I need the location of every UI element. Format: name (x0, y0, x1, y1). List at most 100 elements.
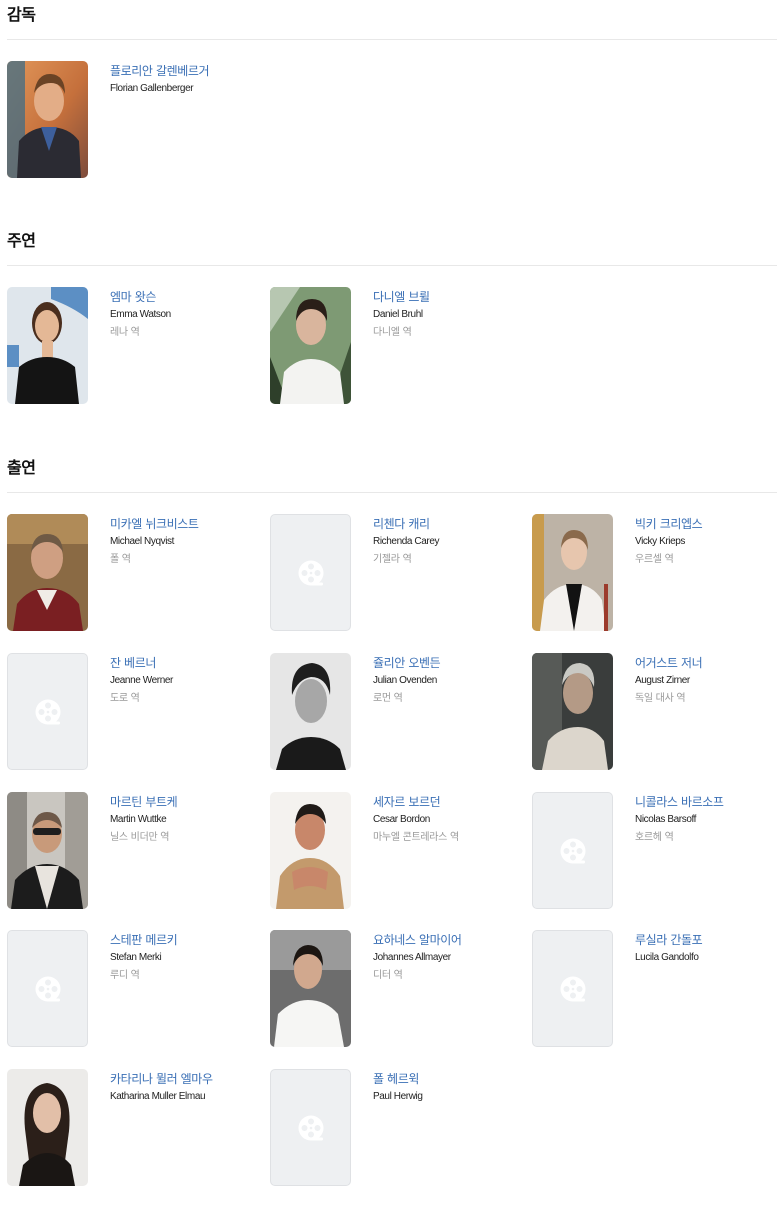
person-info: 리첸다 캐리 Richenda Carey 기젤라 역 (373, 516, 523, 568)
person-card-florian-gallenberger[interactable]: 플로리안 갈렌베르거 Florian Gallenberger (7, 61, 257, 179)
person-info: 잔 베르너 Jeanne Werner 도로 역 (110, 655, 260, 707)
person-card-johannes-allmayer[interactable]: 요하네스 알마이어 Johannes Allmayer 디터 역 (270, 930, 520, 1048)
section-title-lead: 주연 (7, 231, 36, 250)
person-role: 마누엘 콘트레라스 역 (373, 832, 459, 843)
person-info: 엠마 왓슨 Emma Watson 레나 역 (110, 289, 260, 341)
person-name-ko[interactable]: 세자르 보르던 (373, 794, 523, 811)
person-name-en: Johannes Allmayer (373, 952, 451, 963)
person-name-en: Martin Wuttke (110, 814, 167, 825)
person-role: 도로 역 (110, 693, 140, 704)
person-role: 기젤라 역 (373, 554, 412, 565)
person-name-ko[interactable]: 빅키 크리엡스 (635, 516, 784, 533)
person-card-katharina-muller-elmau[interactable]: 카타리나 뮐러 엘마우 Katharina Muller Elmau (7, 1069, 257, 1187)
person-info: 어거스트 저너 August Zirner 독일 대사 역 (635, 655, 784, 707)
person-info: 루실라 간돌포 Lucila Gandolfo (635, 932, 784, 965)
person-card-richenda-carey[interactable]: 리첸다 캐리 Richenda Carey 기젤라 역 (270, 514, 520, 632)
film-reel-icon (33, 697, 63, 727)
profile-photo-placeholder[interactable] (270, 1069, 351, 1186)
cast-section: 출연 미카엘 뉘크비스트 Michael Nyqvist 폴 역 리첸다 캐리 … (7, 455, 777, 1186)
person-card-daniel-bruhl[interactable]: 다니엘 브륄 Daniel Bruhl 다니엘 역 (270, 287, 520, 405)
person-name-ko[interactable]: 잔 베르너 (110, 655, 260, 672)
profile-photo-vicky-krieps[interactable] (532, 514, 613, 631)
person-info: 스테판 메르키 Stefan Merki 루디 역 (110, 932, 260, 984)
person-card-august-zirner[interactable]: 어거스트 저너 August Zirner 독일 대사 역 (532, 653, 782, 771)
person-name-ko[interactable]: 쥴리안 오벤든 (373, 655, 523, 672)
person-name-en: Paul Herwig (373, 1091, 423, 1102)
person-name-ko[interactable]: 어거스트 저너 (635, 655, 784, 672)
person-name-en: Katharina Muller Elmau (110, 1091, 206, 1102)
person-card-jeanne-werner[interactable]: 잔 베르너 Jeanne Werner 도로 역 (7, 653, 257, 771)
person-name-en: Nicolas Barsoff (635, 814, 697, 825)
person-card-cesar-bordon[interactable]: 세자르 보르던 Cesar Bordon 마누엘 콘트레라스 역 (270, 792, 520, 910)
section-title-cast: 출연 (7, 458, 36, 477)
person-role: 로먼 역 (373, 693, 403, 704)
person-role: 루디 역 (110, 970, 140, 981)
person-name-ko[interactable]: 카타리나 뮐러 엘마우 (110, 1071, 260, 1088)
film-reel-icon (558, 974, 588, 1004)
person-name-ko[interactable]: 폴 헤르윅 (373, 1071, 523, 1088)
person-name-ko[interactable]: 요하네스 알마이어 (373, 932, 523, 949)
profile-photo-johannes-allmayer[interactable] (270, 930, 351, 1047)
person-name-ko[interactable]: 미카엘 뉘크비스트 (110, 516, 260, 533)
person-name-ko[interactable]: 다니엘 브륄 (373, 289, 523, 306)
lead-section: 주연 엠마 왓슨 Emma Watson 레나 역 다니엘 브륄 Daniel … (7, 228, 777, 404)
person-name-ko[interactable]: 스테판 메르키 (110, 932, 260, 949)
person-card-paul-herwig[interactable]: 폴 헤르윅 Paul Herwig (270, 1069, 520, 1187)
profile-photo-florian-gallenberger[interactable] (7, 61, 88, 178)
person-name-ko[interactable]: 니콜라스 바르소프 (635, 794, 784, 811)
person-name-en: Jeanne Werner (110, 675, 173, 686)
profile-photo-emma-watson[interactable] (7, 287, 88, 404)
person-card-martin-wuttke[interactable]: 마르틴 부트케 Martin Wuttke 닐스 비더만 역 (7, 792, 257, 910)
person-name-ko[interactable]: 플로리안 갈렌베르거 (110, 63, 260, 80)
person-name-en: Stefan Merki (110, 952, 162, 963)
profile-photo-daniel-bruhl[interactable] (270, 287, 351, 404)
person-name-ko[interactable]: 루실라 간돌포 (635, 932, 784, 949)
profile-photo-placeholder[interactable] (7, 930, 88, 1047)
person-role: 닐스 비더만 역 (110, 832, 170, 843)
profile-photo-august-zirner[interactable] (532, 653, 613, 770)
person-card-stefan-merki[interactable]: 스테판 메르키 Stefan Merki 루디 역 (7, 930, 257, 1048)
person-role: 호르헤 역 (635, 832, 674, 843)
person-name-en: Julian Ovenden (373, 675, 437, 686)
person-name-en: Lucila Gandolfo (635, 952, 699, 963)
person-info: 요하네스 알마이어 Johannes Allmayer 디터 역 (373, 932, 523, 984)
person-role: 독일 대사 역 (635, 693, 686, 704)
person-card-vicky-krieps[interactable]: 빅키 크리엡스 Vicky Krieps 우르셀 역 (532, 514, 782, 632)
person-card-emma-watson[interactable]: 엠마 왓슨 Emma Watson 레나 역 (7, 287, 257, 405)
film-reel-icon (558, 836, 588, 866)
person-role: 레나 역 (110, 327, 140, 338)
person-card-nicolas-barsoff[interactable]: 니콜라스 바르소프 Nicolas Barsoff 호르헤 역 (532, 792, 782, 910)
section-divider (7, 265, 777, 266)
person-name-en: Emma Watson (110, 309, 171, 320)
person-card-michael-nyqvist[interactable]: 미카엘 뉘크비스트 Michael Nyqvist 폴 역 (7, 514, 257, 632)
person-info: 쥴리안 오벤든 Julian Ovenden 로먼 역 (373, 655, 523, 707)
profile-photo-placeholder[interactable] (7, 653, 88, 770)
person-name-ko[interactable]: 마르틴 부트케 (110, 794, 260, 811)
person-name-en: Richenda Carey (373, 536, 440, 547)
person-name-ko[interactable]: 엠마 왓슨 (110, 289, 260, 306)
profile-photo-julian-ovenden[interactable] (270, 653, 351, 770)
person-name-en: Florian Gallenberger (110, 83, 194, 94)
person-info: 미카엘 뉘크비스트 Michael Nyqvist 폴 역 (110, 516, 260, 568)
person-info: 빅키 크리엡스 Vicky Krieps 우르셀 역 (635, 516, 784, 568)
profile-photo-katharina-muller-elmau[interactable] (7, 1069, 88, 1186)
profile-photo-martin-wuttke[interactable] (7, 792, 88, 909)
profile-photo-placeholder[interactable] (532, 792, 613, 909)
person-card-julian-ovenden[interactable]: 쥴리안 오벤든 Julian Ovenden 로먼 역 (270, 653, 520, 771)
person-name-en: Michael Nyqvist (110, 536, 175, 547)
film-reel-icon (296, 558, 326, 588)
person-name-en: Vicky Krieps (635, 536, 686, 547)
person-name-en: Cesar Bordon (373, 814, 430, 825)
profile-photo-cesar-bordon[interactable] (270, 792, 351, 909)
person-card-lucila-gandolfo[interactable]: 루실라 간돌포 Lucila Gandolfo (532, 930, 782, 1048)
person-name-en: Daniel Bruhl (373, 309, 423, 320)
person-name-ko[interactable]: 리첸다 캐리 (373, 516, 523, 533)
profile-photo-placeholder[interactable] (532, 930, 613, 1047)
person-info: 다니엘 브륄 Daniel Bruhl 다니엘 역 (373, 289, 523, 341)
section-title-director: 감독 (7, 5, 36, 24)
profile-photo-placeholder[interactable] (270, 514, 351, 631)
section-divider (7, 39, 777, 40)
profile-photo-michael-nyqvist[interactable] (7, 514, 88, 631)
film-reel-icon (33, 974, 63, 1004)
person-info: 폴 헤르윅 Paul Herwig (373, 1071, 523, 1104)
